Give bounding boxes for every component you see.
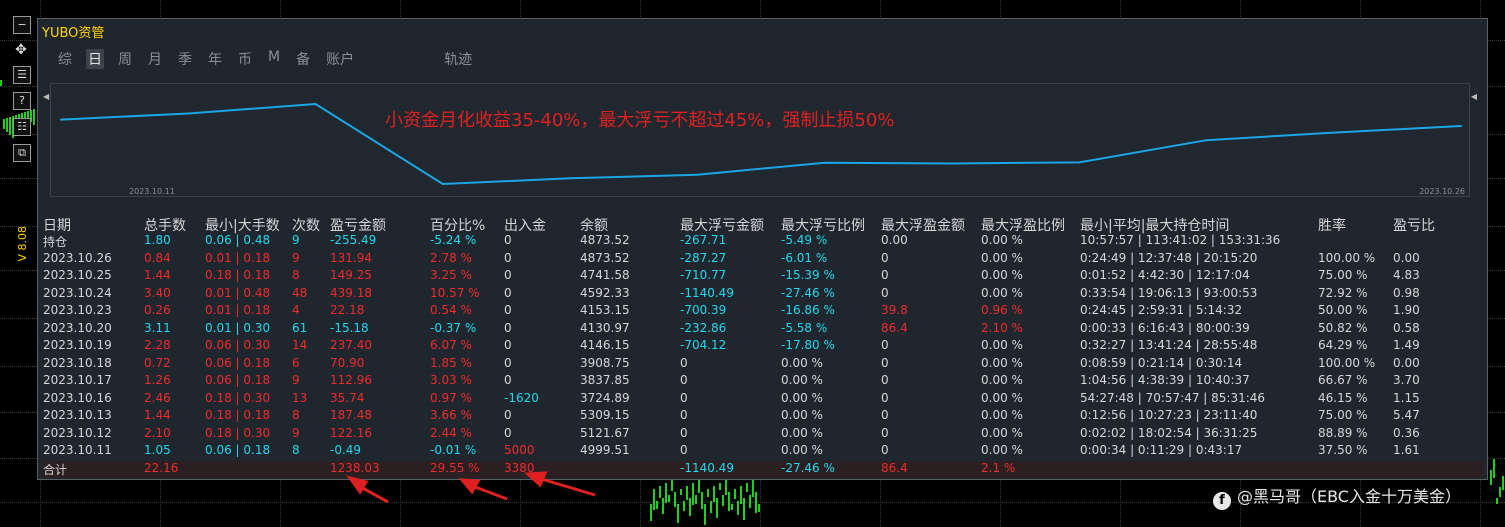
arrow-percent-head-icon	[458, 478, 481, 495]
annotation-arrows	[346, 471, 596, 504]
watermark-text: @黑马哥（EBC入金十万美金）	[1237, 487, 1461, 506]
arrow-flow	[537, 476, 596, 497]
watermark: f @黑马哥（EBC入金十万美金）	[1213, 483, 1461, 510]
facebook-icon: f	[1213, 492, 1231, 510]
arrow-flow-head-icon	[524, 471, 548, 488]
